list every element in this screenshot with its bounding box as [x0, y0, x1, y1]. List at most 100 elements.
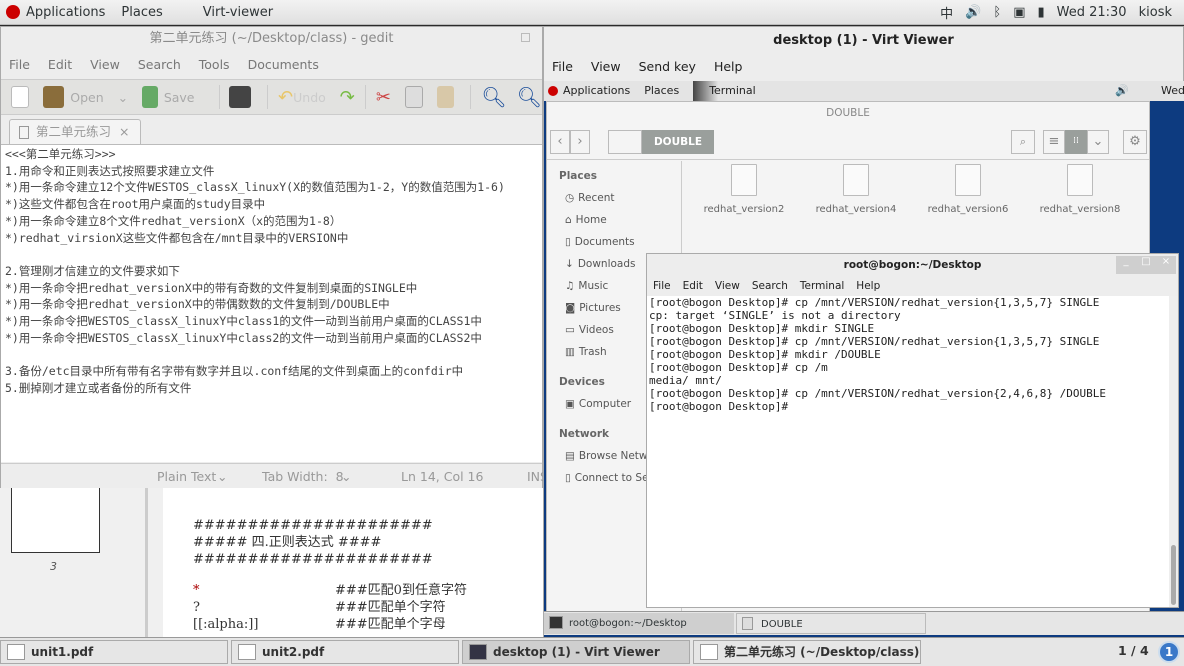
workspace-indicator[interactable]: 1 / 4 [1118, 643, 1149, 658]
save-icon[interactable] [142, 86, 158, 108]
places-menu[interactable]: Places [121, 5, 162, 20]
clock[interactable]: Wed 21:30 [1057, 5, 1127, 20]
terminal-line: [root@bogon Desktop]# cp /mnt/VERSION/re… [649, 387, 1106, 400]
terminal-line: [root@bogon Desktop]# cp /mnt/VERSION/re… [649, 296, 1100, 309]
notification-badge[interactable]: 1 [1158, 641, 1180, 663]
gedit-toolbar: Open ⌄ Save ↶ Undo ↷ ✂ 🔍︎ 🔍︎ [1, 79, 542, 115]
vv-menu-file[interactable]: File [552, 55, 573, 79]
file-item[interactable]: redhat_version2 [699, 164, 789, 215]
battery-icon[interactable]: ▮ [1037, 5, 1044, 20]
menu-tools[interactable]: Tools [199, 51, 230, 79]
redo-icon[interactable]: ↷ [340, 87, 355, 108]
paste-icon[interactable] [436, 86, 455, 108]
applications-menu[interactable]: Applications [26, 5, 105, 20]
settings-gear-icon[interactable]: ⚙ [1123, 130, 1147, 154]
cut-icon[interactable]: ✂ [376, 87, 391, 108]
guest-places-menu[interactable]: Places [644, 81, 679, 101]
sidebar-item[interactable]: ⌂ Home [547, 209, 681, 231]
tab-width-selector[interactable]: Tab Width: 8 [262, 464, 344, 489]
guest-display[interactable]: Applications Places Terminal 🔊 Wed DOUBL… [544, 81, 1184, 637]
menu-search[interactable]: Search [138, 51, 181, 79]
file-item[interactable]: redhat_version6 [923, 164, 1013, 215]
terminal-window: root@bogon:~/Desktop _ □ × File Edit Vie… [646, 253, 1179, 608]
file-icon [843, 164, 869, 196]
terminal-output[interactable]: [root@bogon Desktop]# cp /mnt/VERSION/re… [647, 296, 1169, 607]
term-menu-file[interactable]: File [653, 276, 671, 296]
term-menu-view[interactable]: View [715, 276, 740, 296]
term-menu-search[interactable]: Search [752, 276, 788, 296]
video-icon: ▭ [565, 324, 575, 336]
page-thumbnail[interactable] [11, 487, 100, 553]
forward-button[interactable]: › [570, 130, 590, 154]
editor-line: 2.管理刚才信建立的文件要求如下 [5, 263, 180, 278]
terminal-line: [root@bogon Desktop]# mkdir /DOUBLE [649, 348, 881, 361]
open-dropdown-icon[interactable]: ⌄ [118, 90, 128, 105]
vv-menu-help[interactable]: Help [714, 55, 743, 79]
task-unit2-pdf[interactable]: unit2.pdf [231, 640, 459, 664]
pdf-icon [238, 644, 256, 660]
find-icon[interactable]: 🔍︎ [481, 85, 506, 109]
sidebar-header: Places [559, 170, 597, 182]
sidebar-item[interactable]: ▯ Documents [547, 231, 681, 253]
menu-view[interactable]: View [90, 51, 120, 79]
network-icon[interactable]: ▣ [1013, 5, 1025, 20]
language-selector[interactable]: Plain Text [157, 464, 216, 489]
copy-icon[interactable] [404, 86, 423, 108]
guest-volume-icon[interactable]: 🔊 [1115, 81, 1129, 101]
task-gedit[interactable]: 第二单元练习 (~/Desktop/class) -... [693, 640, 921, 664]
bluetooth-icon[interactable]: ᛒ [993, 5, 1001, 20]
find-replace-icon[interactable]: 🔍︎ [517, 85, 542, 109]
editor-line: *)用一条命令把WESTOS_classX_linuxY中class2的文件一动… [5, 330, 482, 345]
gedit-window: 第二单元练习 (~/Desktop/class) - gedit File Ed… [0, 26, 548, 489]
file-item[interactable]: redhat_version8 [1035, 164, 1125, 215]
close-button[interactable]: × [1156, 256, 1176, 274]
guest-task-double[interactable]: DOUBLE [736, 613, 926, 634]
undo-icon[interactable]: ↶ [278, 87, 293, 108]
vv-menu-view[interactable]: View [591, 55, 621, 79]
terminal-scrollbar[interactable] [1169, 296, 1178, 607]
text-editor[interactable]: <<<第二单元练习>>> 1.用命令和正则表达式按照要求建立文件 *)用一条命令建立… [1, 144, 542, 462]
back-button[interactable]: ‹ [550, 130, 570, 154]
virt-viewer-title: desktop (1) - Virt Viewer [773, 33, 954, 48]
open-icon[interactable] [42, 86, 65, 108]
redhat-logo-icon [548, 86, 558, 96]
editor-line: 1.用命令和正则表达式按照要求建立文件 [5, 163, 215, 178]
guest-active-app[interactable]: Terminal [693, 81, 756, 101]
active-app[interactable]: Virt-viewer [179, 5, 273, 20]
input-method-indicator[interactable]: 中 [940, 3, 953, 22]
term-menu-terminal[interactable]: Terminal [800, 276, 844, 296]
guest-task-terminal[interactable]: root@bogon:~/Desktop [544, 613, 734, 634]
term-menu-edit[interactable]: Edit [683, 276, 703, 296]
minimize-button[interactable]: _ [1116, 256, 1136, 274]
file-item[interactable]: redhat_version4 [811, 164, 901, 215]
task-virt-viewer[interactable]: desktop (1) - Virt Viewer [462, 640, 690, 664]
volume-icon[interactable]: 🔊 [965, 5, 981, 20]
vv-menu-send-key[interactable]: Send key [639, 55, 696, 79]
new-document-icon[interactable] [11, 86, 29, 108]
terminal-title: root@bogon:~/Desktop [843, 259, 982, 271]
task-unit1-pdf[interactable]: unit1.pdf [0, 640, 228, 664]
save-button[interactable]: Save [164, 90, 195, 105]
guest-clock[interactable]: Wed [1161, 81, 1184, 101]
tab-close-icon[interactable]: × [119, 124, 129, 139]
undo-button[interactable]: Undo [293, 90, 326, 105]
maximize-button[interactable] [521, 33, 530, 42]
menu-documents[interactable]: Documents [248, 51, 319, 79]
open-button[interactable]: Open [70, 90, 103, 105]
maximize-button[interactable]: □ [1136, 256, 1156, 274]
editor-line: *)用一条命令把redhat_versionX中的带偶数数的文件复制到/DOUB… [5, 297, 390, 312]
print-icon[interactable] [229, 86, 252, 108]
list-view-button[interactable]: ≡ [1043, 130, 1065, 154]
path-current-button[interactable]: DOUBLE [642, 130, 714, 154]
menu-edit[interactable]: Edit [48, 51, 72, 79]
guest-applications-menu[interactable]: Applications [563, 81, 630, 101]
grid-view-button[interactable]: ⁞⁞ [1065, 130, 1087, 154]
menu-file[interactable]: File [9, 51, 30, 79]
user-menu[interactable]: kiosk [1139, 5, 1172, 20]
search-button[interactable]: ⌕ [1011, 130, 1035, 154]
term-menu-help[interactable]: Help [856, 276, 880, 296]
tab-document[interactable]: 第二单元练习 × [9, 119, 141, 145]
path-root-button[interactable] [608, 130, 642, 154]
view-options-button[interactable]: ⌄ [1087, 130, 1109, 154]
sidebar-item[interactable]: ◷ Recent [547, 187, 681, 209]
